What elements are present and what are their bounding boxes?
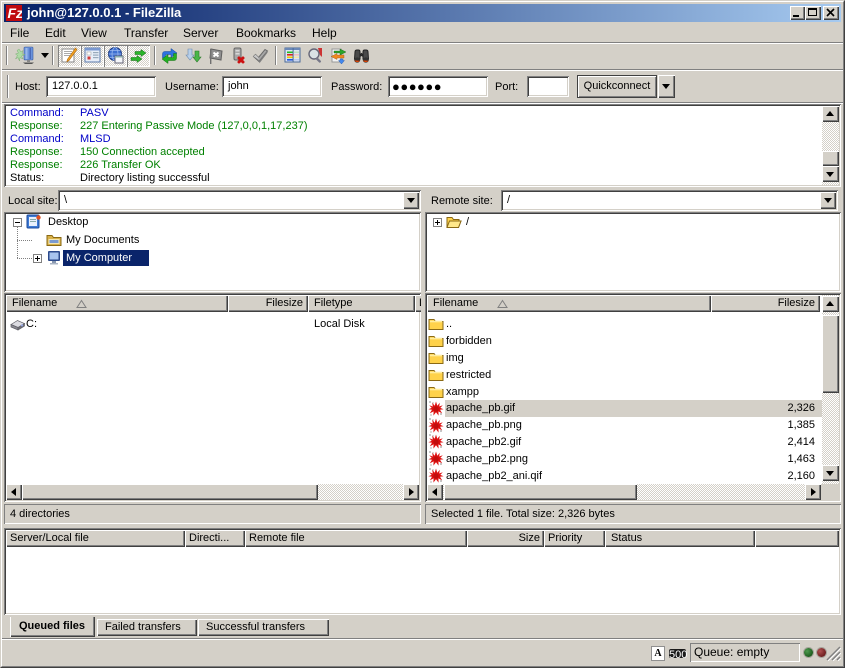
svg-text:Fz: Fz bbox=[8, 5, 23, 21]
